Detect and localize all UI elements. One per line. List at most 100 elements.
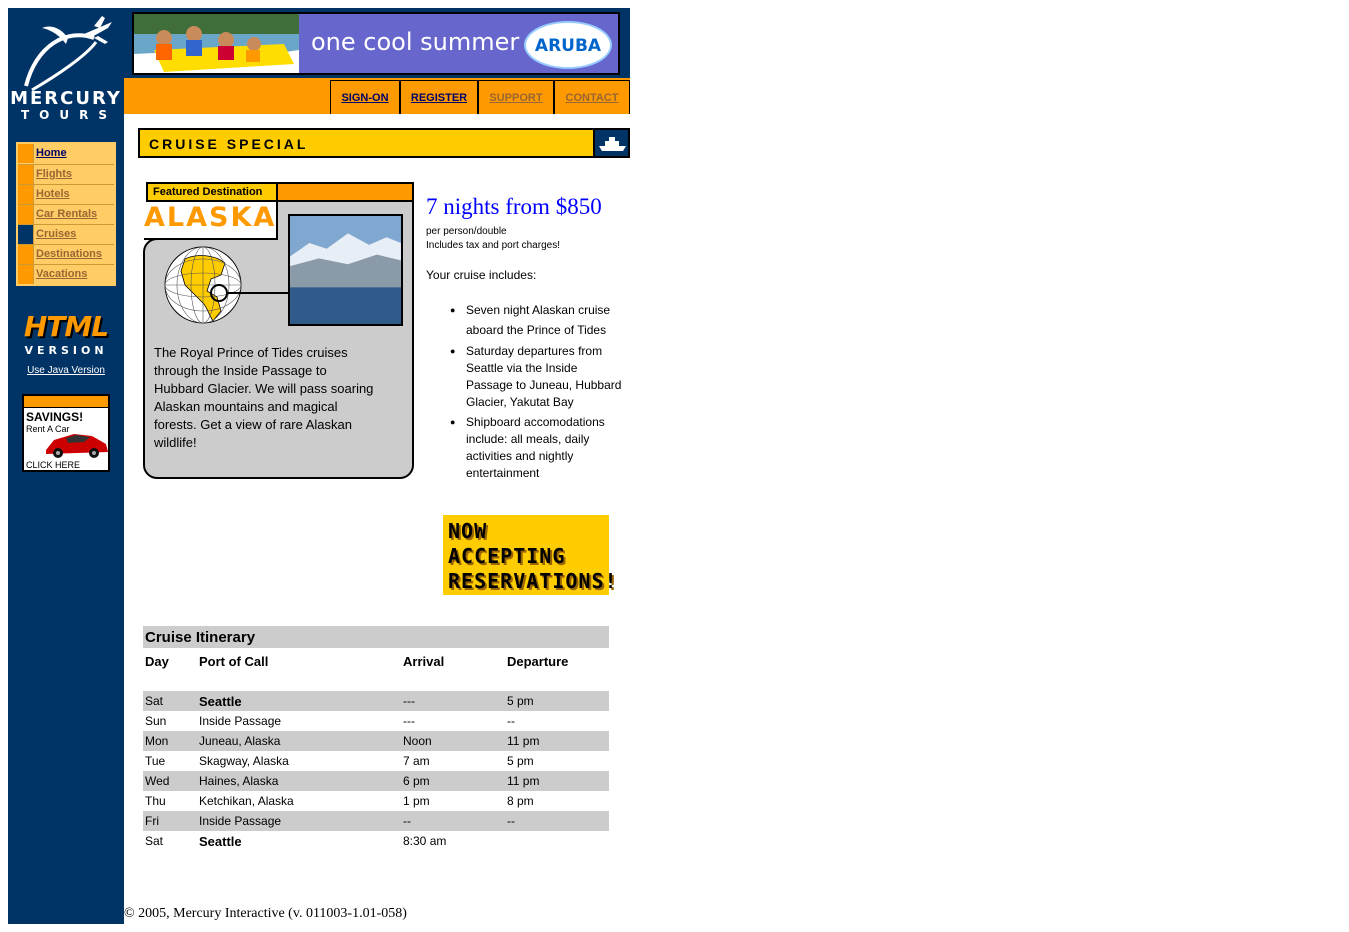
cell-day: Mon: [145, 734, 169, 748]
cell-arrival: ---: [403, 694, 415, 708]
html-version-badge: HTML VERSION Use Java Version: [8, 312, 124, 377]
banner-family-photo: [134, 14, 299, 73]
cell-day: Sun: [145, 714, 167, 728]
globe-connector-line: [228, 292, 290, 294]
cell-day: Fri: [145, 814, 159, 828]
cell-arrival: Noon: [403, 734, 432, 748]
aruba-logo-text: ARUBA: [534, 36, 602, 56]
globe-icon: [164, 246, 242, 324]
sidebar-link-flights[interactable]: Flights: [34, 165, 72, 184]
sidebar-item-cruises[interactable]: Cruises: [18, 224, 114, 244]
banner-tagline: one cool summer: [311, 28, 520, 56]
aruba-logo: ARUBA: [524, 21, 612, 69]
cell-port: Seattle: [199, 834, 242, 849]
rent-a-car-ad[interactable]: SAVINGS! Rent A Car CLICK HERE: [22, 394, 110, 472]
sidebar-item-destinations[interactable]: Destinations: [18, 244, 114, 264]
alaska-mountain-photo: [288, 214, 403, 326]
cell-departure: --: [507, 714, 515, 728]
top-links: SIGN-ON REGISTER SUPPORT CONTACT: [330, 80, 630, 114]
table-row: Sun Inside Passage --- --: [143, 711, 609, 731]
nav-swatch: [18, 185, 34, 204]
sign-on-link[interactable]: SIGN-ON: [330, 80, 400, 114]
cell-port: Inside Passage: [199, 714, 282, 728]
cell-arrival: 1 pm: [403, 794, 430, 808]
col-day: Day: [145, 654, 169, 669]
cell-port: Haines, Alaska: [199, 774, 279, 788]
html-version-subtitle: VERSION: [24, 344, 108, 357]
sidebar-link-cruises[interactable]: Cruises: [34, 225, 76, 244]
cell-departure: 8 pm: [507, 794, 534, 808]
itinerary-title: Cruise Itinerary: [143, 626, 609, 648]
table-row: Sat Seattle --- 5 pm: [143, 691, 609, 711]
col-departure: Departure: [507, 654, 569, 669]
use-java-version-link[interactable]: Use Java Version: [8, 365, 124, 376]
cell-departure: 5 pm: [507, 754, 534, 768]
includes-label: Your cruise includes:: [426, 268, 537, 282]
now-accepting-reservations-banner: NOW ACCEPTING RESERVATIONS!: [443, 515, 617, 595]
nav-swatch-active: [18, 225, 34, 244]
cell-departure: 11 pm: [507, 734, 540, 748]
nav-swatch: [18, 265, 34, 284]
ship-icon-box: [593, 130, 628, 156]
price-sub-1: per person/double: [426, 226, 507, 237]
destination-name: ALASKA: [144, 202, 278, 240]
cell-port: Juneau, Alaska: [199, 734, 281, 748]
sidebar-link-home[interactable]: Home: [34, 144, 67, 164]
price-headline: 7 nights from $850: [426, 194, 602, 219]
list-item: Shipboard accomodations include: all mea…: [446, 414, 626, 482]
banner-line-3: RESERVATIONS!: [448, 569, 618, 593]
footer-copyright: © 2005, Mercury Interactive (v. 011003-1…: [124, 906, 407, 921]
table-row: Sat Seattle 8:30 am: [143, 831, 609, 851]
cell-port: Skagway, Alaska: [199, 754, 289, 768]
list-item: Saturday departures from Seattle via the…: [446, 343, 626, 411]
featured-description: The Royal Prince of Tides cruises throug…: [154, 345, 374, 450]
section-title: CRUISE SPECIAL: [149, 136, 309, 152]
sidebar-link-vacations[interactable]: Vacations: [34, 265, 87, 284]
support-link[interactable]: SUPPORT: [478, 80, 554, 114]
col-port: Port of Call: [199, 654, 269, 669]
sidebar-nav: Home Flights Hotels Car Rentals Cruises …: [16, 142, 116, 286]
cell-arrival: --: [403, 814, 411, 828]
ad-click-here: CLICK HERE: [26, 460, 81, 470]
sidebar-link-destinations[interactable]: Destinations: [34, 245, 102, 264]
cell-arrival: 7 am: [403, 754, 430, 768]
contact-link[interactable]: CONTACT: [554, 80, 630, 114]
red-car-icon: [46, 434, 108, 458]
plane-logo-icon: [24, 16, 112, 92]
sidebar-item-hotels[interactable]: Hotels: [18, 184, 114, 204]
cell-departure: 11 pm: [507, 774, 540, 788]
sidebar-link-hotels[interactable]: Hotels: [34, 185, 70, 204]
aruba-banner-ad[interactable]: one cool summer ARUBA: [132, 12, 620, 75]
cell-port: Seattle: [199, 694, 242, 709]
sidebar-item-vacations[interactable]: Vacations: [18, 264, 114, 284]
cell-departure: 5 pm: [507, 694, 534, 708]
nav-swatch: [18, 245, 34, 264]
sidebar-link-car-rentals[interactable]: Car Rentals: [34, 205, 97, 224]
col-arrival: Arrival: [403, 654, 445, 669]
featured-destination-header: Featured Destination: [146, 182, 414, 202]
table-row: Mon Juneau, Alaska Noon 11 pm: [143, 731, 609, 751]
cell-port: Ketchikan, Alaska: [199, 794, 294, 808]
logo-word-tours: TOURS: [20, 108, 117, 122]
table-row: Tue Skagway, Alaska 7 am 5 pm: [143, 751, 609, 771]
left-sidebar: MERCURY TOURS Home Flights Hotels Car Re…: [8, 8, 124, 924]
cell-day: Sat: [145, 834, 164, 848]
includes-list: Seven night Alaskan cruise aboard the Pr…: [446, 300, 626, 485]
cell-day: Sat: [145, 694, 164, 708]
sidebar-item-home[interactable]: Home: [18, 144, 114, 164]
logo-word-mercury: MERCURY: [10, 88, 122, 109]
table-row: Wed Haines, Alaska 6 pm 11 pm: [143, 771, 609, 791]
nav-swatch: [18, 144, 34, 163]
sidebar-item-car-rentals[interactable]: Car Rentals: [18, 204, 114, 224]
cell-day: Wed: [145, 774, 170, 788]
itinerary-header-row: Day Port of Call Arrival Departure: [143, 651, 609, 671]
ad-top-bar: [24, 396, 108, 408]
sidebar-item-flights[interactable]: Flights: [18, 164, 114, 184]
cell-port: Inside Passage: [199, 814, 282, 828]
cell-arrival: 6 pm: [403, 774, 430, 788]
table-row: Thu Ketchikan, Alaska 1 pm 8 pm: [143, 791, 609, 811]
cell-departure: --: [507, 814, 515, 828]
register-link[interactable]: REGISTER: [400, 80, 478, 114]
featured-destination-label: Featured Destination: [148, 184, 278, 200]
ad-title: SAVINGS!: [26, 410, 84, 424]
